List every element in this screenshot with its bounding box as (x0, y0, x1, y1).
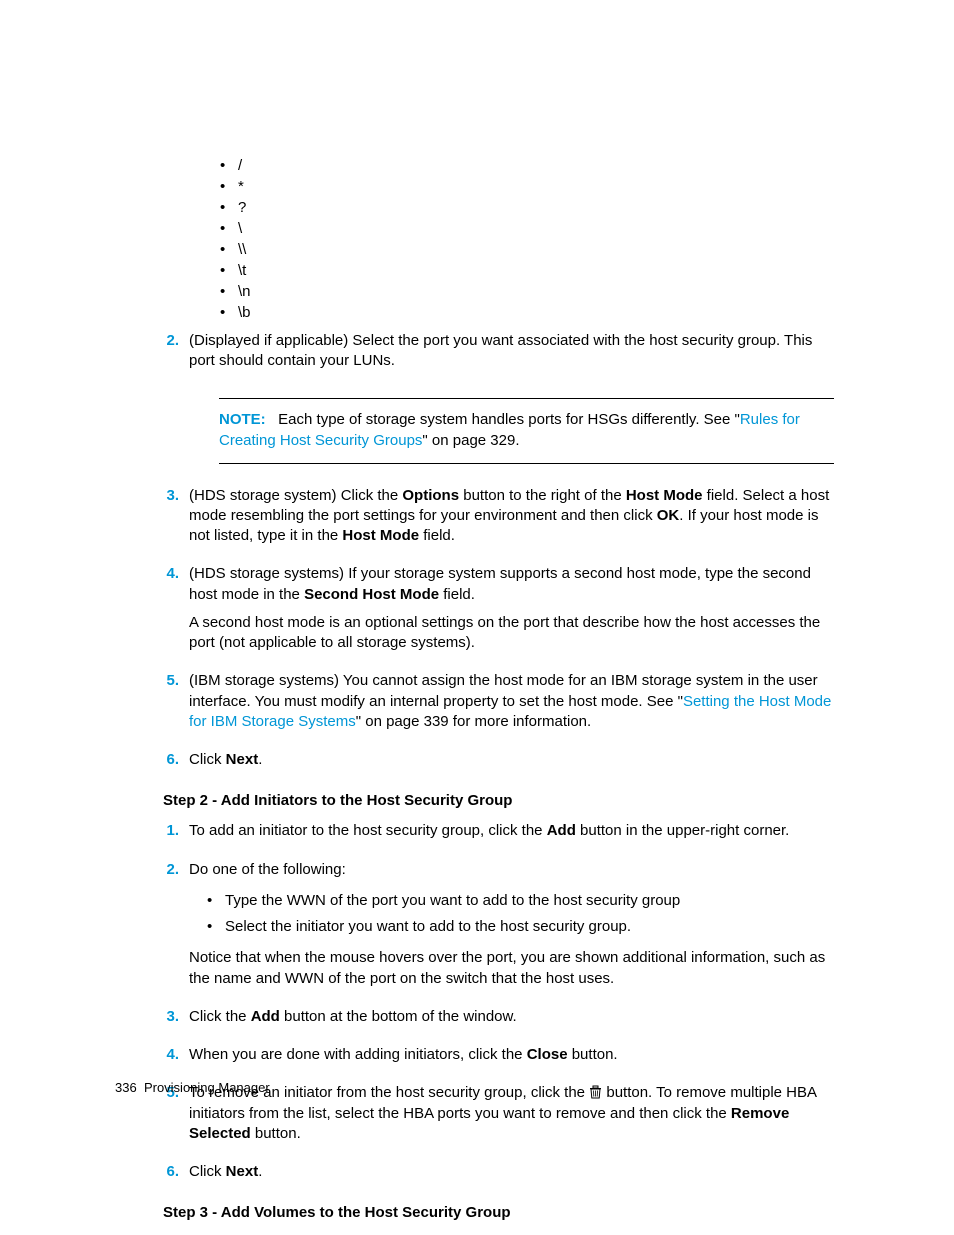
item-body: When you are done with adding initiators… (189, 1045, 834, 1073)
char-item: / (220, 155, 834, 176)
item-body: To add an initiator to the host security… (189, 821, 834, 849)
char-item: * (220, 176, 834, 197)
item-number: 4. (163, 1045, 189, 1073)
item-number: 3. (163, 486, 189, 555)
item-body: Click the Add button at the bottom of th… (189, 1007, 834, 1035)
item-number: 5. (163, 671, 189, 740)
list-item: 3.Click the Add button at the bottom of … (115, 1007, 834, 1035)
list-item: 4.(HDS storage systems) If your storage … (115, 564, 834, 661)
item-number: 2. (163, 331, 189, 380)
step3-heading: Step 3 - Add Volumes to the Host Securit… (163, 1204, 834, 1221)
char-item: \n (220, 281, 834, 302)
list-item: 3.(HDS storage system) Click the Options… (115, 486, 834, 555)
sub-item: Select the initiator you want to add to … (207, 914, 834, 940)
item-number: 3. (163, 1007, 189, 1035)
item-body: Do one of the following:Type the WWN of … (189, 860, 834, 997)
char-item: \t (220, 260, 834, 281)
char-item: \ (220, 218, 834, 239)
item-number: 2. (163, 860, 189, 997)
link[interactable]: Setting the Host Mode for IBM Storage Sy… (189, 693, 831, 730)
list-item: 5.(IBM storage systems) You cannot assig… (115, 671, 834, 740)
item-number: 1. (163, 821, 189, 849)
item-body: (Displayed if applicable) Select the por… (189, 331, 834, 380)
character-list: /*?\\\\t\n\b (220, 155, 834, 323)
item-body: Click Next. (189, 1162, 834, 1190)
item-body: (IBM storage systems) You cannot assign … (189, 671, 834, 740)
list-item: 6.Click Next. (115, 1162, 834, 1190)
step2-heading: Step 2 - Add Initiators to the Host Secu… (163, 792, 834, 809)
trash-icon (589, 1085, 602, 1099)
item-body: Click Next. (189, 750, 834, 778)
page-number: 336 (115, 1080, 137, 1095)
list-item: 2.Do one of the following:Type the WWN o… (115, 860, 834, 997)
item-number: 6. (163, 1162, 189, 1190)
item-number: 4. (163, 564, 189, 661)
note-box: NOTE: Each type of storage system handle… (219, 398, 834, 464)
list-item: 6.Click Next. (115, 750, 834, 778)
list-item: 1.To add an initiator to the host securi… (115, 821, 834, 849)
page-footer: 336 Provisioning Manager (115, 1080, 270, 1095)
link[interactable]: Rules for Creating Host Security Groups (219, 411, 800, 449)
sub-list: Type the WWN of the port you want to add… (207, 888, 834, 941)
char-item: ? (220, 197, 834, 218)
char-item: \b (220, 302, 834, 323)
item-body: (HDS storage system) Click the Options b… (189, 486, 834, 555)
note-label: NOTE: (219, 411, 266, 428)
char-item: \\ (220, 239, 834, 260)
item-body: To remove an initiator from the host sec… (189, 1083, 834, 1152)
list-item: 2.(Displayed if applicable) Select the p… (115, 331, 834, 380)
footer-section: Provisioning Manager (144, 1080, 270, 1095)
item-body: (HDS storage systems) If your storage sy… (189, 564, 834, 661)
sub-item: Type the WWN of the port you want to add… (207, 888, 834, 914)
list-item: 4.When you are done with adding initiato… (115, 1045, 834, 1073)
item-number: 6. (163, 750, 189, 778)
